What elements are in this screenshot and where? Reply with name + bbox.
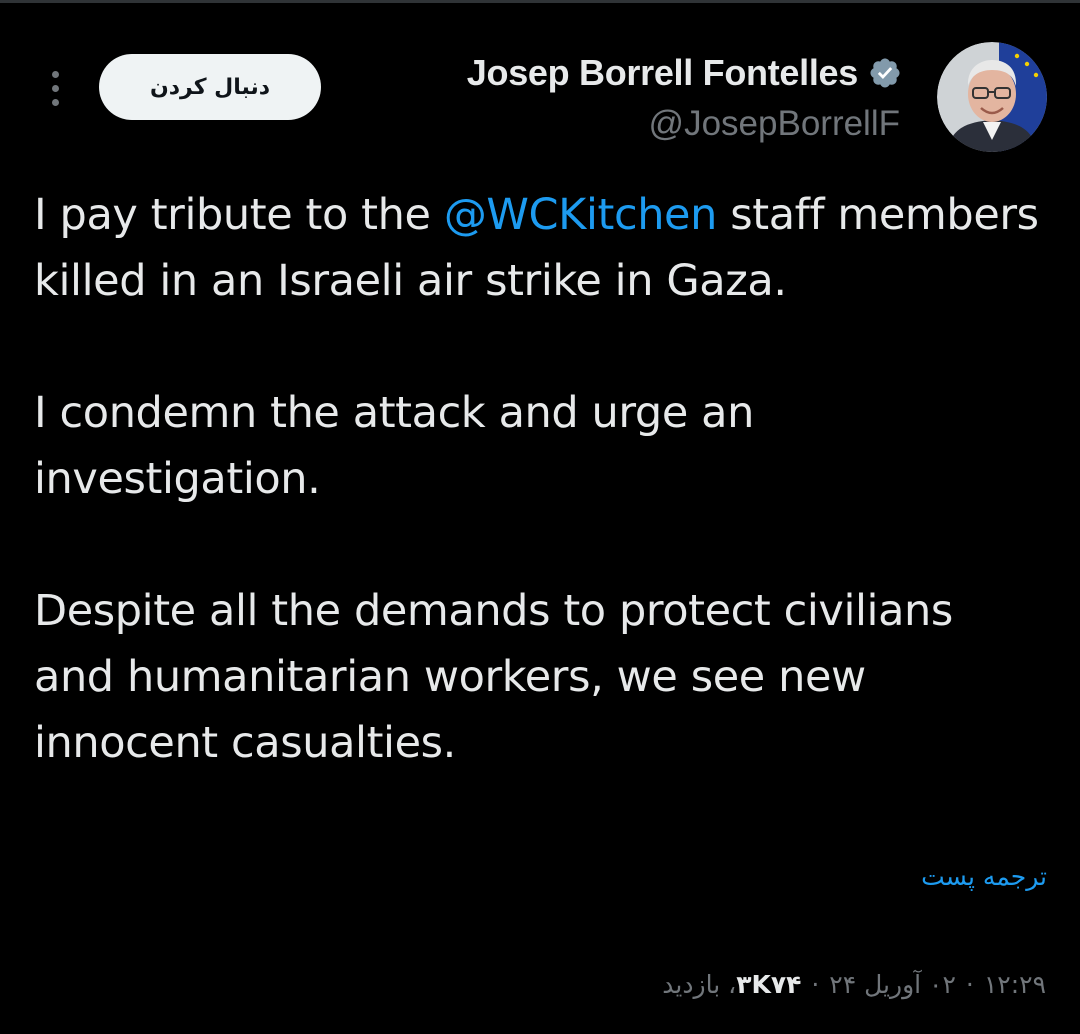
author-display-name[interactable]: Josep Borrell Fontelles [467, 52, 859, 94]
separator-dot: · [811, 970, 820, 999]
views-label: بازدید [662, 970, 721, 999]
tweet-paragraph-3: Despite all the demands to protect civil… [34, 586, 953, 768]
verified-badge-icon [870, 58, 900, 88]
more-vertical-icon [51, 70, 59, 78]
tweet-paragraph-1: I pay tribute to the @WCKitchen staff me… [34, 182, 1044, 314]
follow-button[interactable]: دنبال کردن [99, 54, 321, 120]
more-vertical-icon-dot [51, 98, 59, 106]
author-identity[interactable]: Josep Borrell Fontelles @JosepBorrellF [362, 50, 902, 144]
tweet-paragraph-2: I condemn the attack and urge an investi… [34, 388, 754, 504]
translate-post-link[interactable]: ترجمه پست [921, 862, 1047, 891]
tweet-meta: ۱۲:۲۹ · ۰۲ آوریل ۲۴ · ۳K۷۴، بازدید [662, 970, 1046, 999]
mention-link[interactable]: @WCKitchen [444, 190, 718, 240]
more-vertical-icon-dot [51, 84, 59, 92]
views-stat[interactable]: ۳K۷۴، بازدید [662, 970, 801, 999]
top-divider [0, 0, 1080, 3]
author-handle[interactable]: @JosepBorrellF [362, 104, 900, 144]
avatar[interactable] [937, 42, 1047, 152]
separator-dot: · [965, 970, 974, 999]
views-count: ۳K۷۴ [736, 970, 802, 999]
tweet-date[interactable]: ۰۲ آوریل ۲۴ [829, 970, 956, 999]
tweet-time[interactable]: ۱۲:۲۹ [984, 970, 1046, 999]
more-options-button[interactable] [38, 68, 72, 108]
tweet-text: I pay tribute to the @WCKitchen staff me… [34, 182, 1044, 776]
author-name-row: Josep Borrell Fontelles [362, 50, 902, 96]
avatar-portrait [937, 42, 1047, 152]
tweet-text-segment: I pay tribute to the [34, 190, 444, 240]
